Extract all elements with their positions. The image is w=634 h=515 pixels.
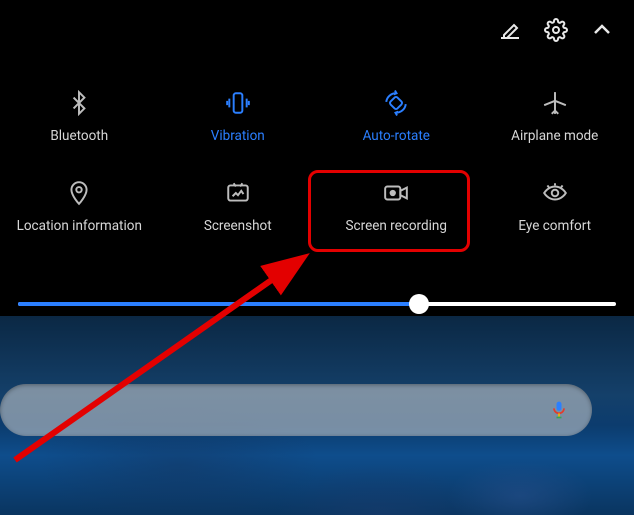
tile-autorotate[interactable]: Auto-rotate [317,72,476,162]
tile-label: Screen recording [346,218,447,234]
settings-icon[interactable] [544,18,568,42]
tile-label: Eye comfort [518,218,591,234]
screenshot-icon [225,180,251,206]
tile-label: Airplane mode [511,128,598,144]
tile-label: Vibration [211,128,265,144]
slider-track [18,302,616,306]
tile-airplane[interactable]: Airplane mode [476,72,634,162]
vibration-icon [225,90,251,116]
tile-screenshot[interactable]: Screenshot [159,162,318,252]
tile-screenrecording[interactable]: Screen recording [317,162,476,252]
airplane-icon [542,90,568,116]
eyecomfort-icon [542,180,568,206]
quicksettings-grid: Bluetooth Vibration Auto-rotate Airplane [0,60,634,270]
edit-icon[interactable] [498,18,522,42]
bluetooth-icon [66,90,92,116]
screenrecording-icon [383,180,409,206]
search-bar[interactable] [0,384,592,436]
tile-eyecomfort[interactable]: Eye comfort [476,162,634,252]
autorotate-icon [383,90,409,116]
location-icon [66,180,92,206]
quicksettings-topbar [0,0,634,60]
tile-vibration[interactable]: Vibration [159,72,318,162]
tile-location[interactable]: Location information [0,162,159,252]
slider-thumb[interactable] [409,294,429,314]
tile-label: Location information [17,218,142,234]
microphone-icon[interactable] [548,399,570,421]
tile-bluetooth[interactable]: Bluetooth [0,72,159,162]
tile-label: Auto-rotate [363,128,430,144]
tile-label: Bluetooth [50,128,108,144]
collapse-icon[interactable] [590,18,614,42]
slider-fill [18,302,419,306]
tile-label: Screenshot [204,218,272,234]
